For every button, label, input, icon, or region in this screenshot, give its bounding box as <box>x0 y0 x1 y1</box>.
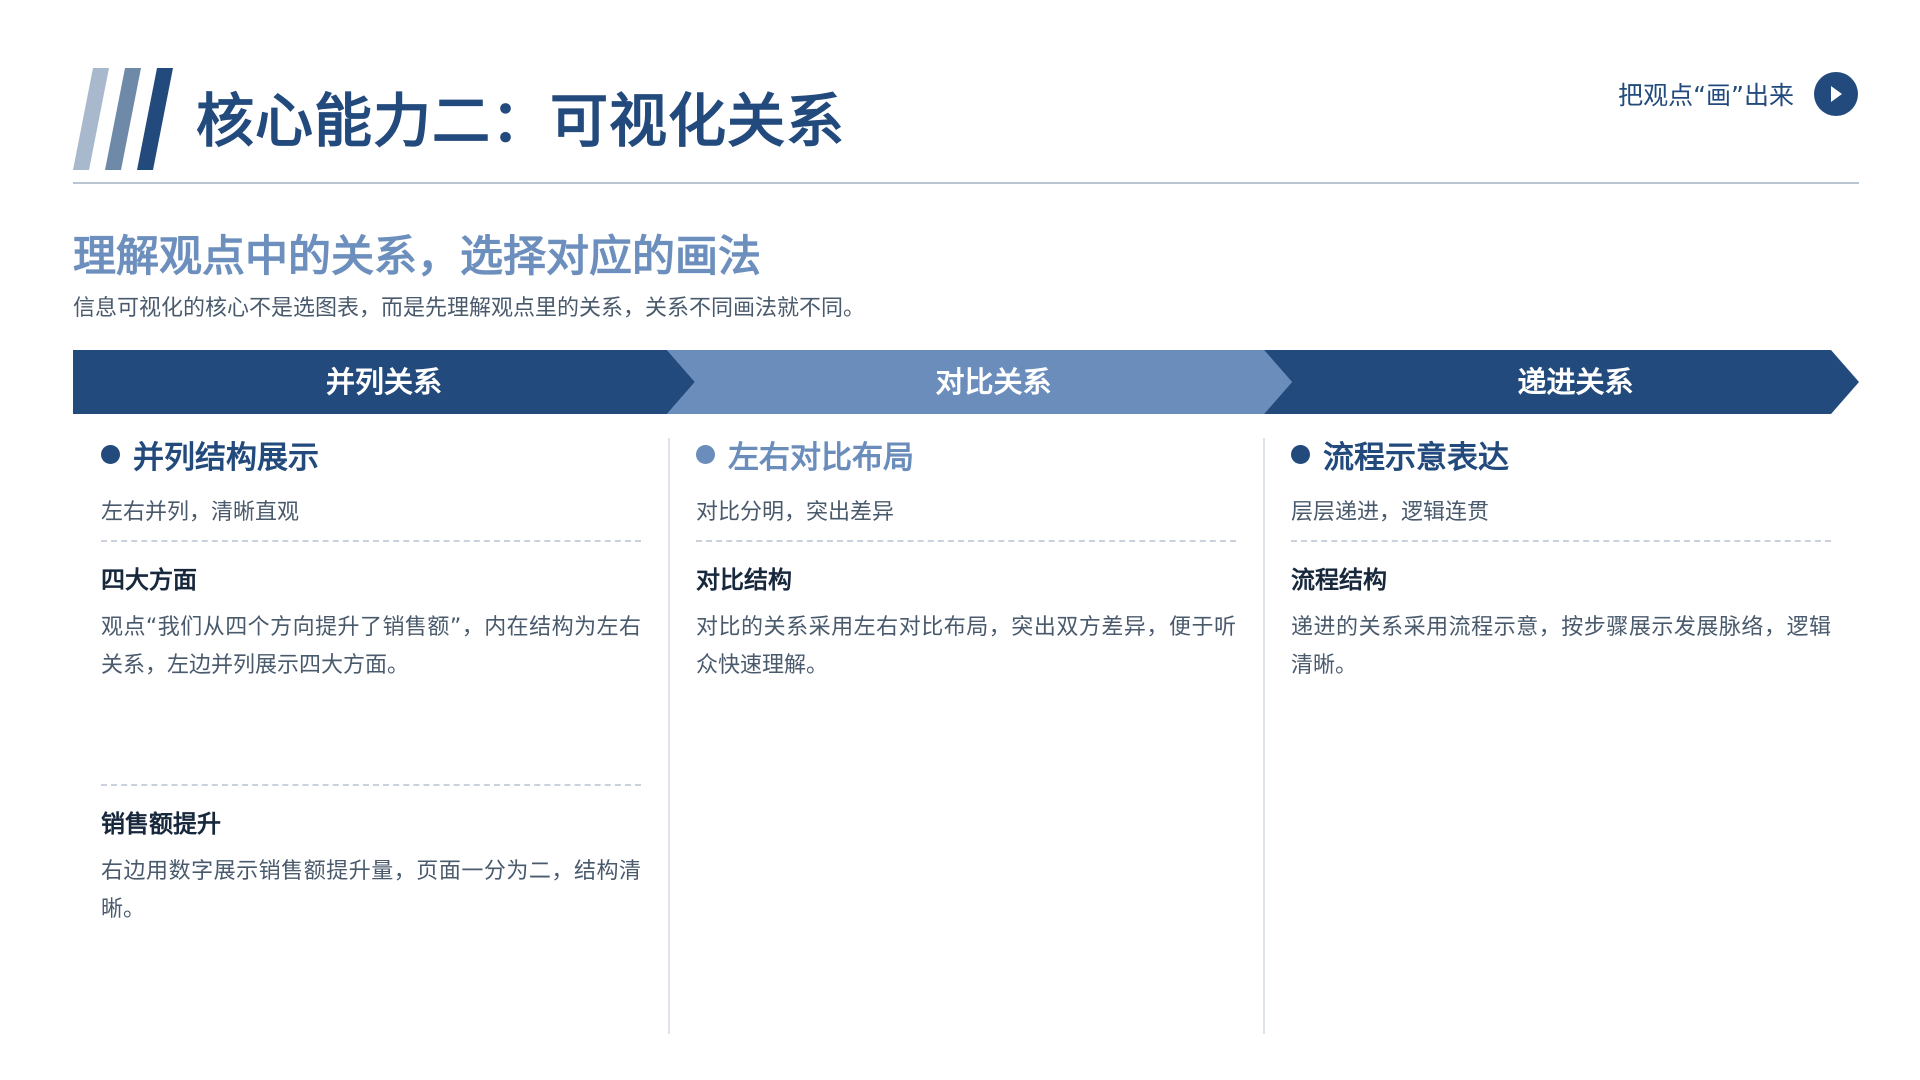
block-text: 递进的关系采用流程示意，按步骤展示发展脉络，逻辑清晰。 <box>1291 615 1831 678</box>
dashed-divider <box>1291 540 1831 542</box>
dashed-divider <box>101 540 641 542</box>
stripe-light <box>73 68 109 170</box>
column-title: 左右对比布局 <box>728 439 914 476</box>
block-text: 右边用数字展示销售额提升量，页面一分为二，结构清晰。 <box>101 859 641 922</box>
stripe-dark <box>137 68 173 170</box>
column-title-row: 左右对比布局 <box>696 432 1236 476</box>
play-triangle <box>1831 86 1842 102</box>
column-subtitle: 左右并列，清晰直观 <box>101 500 300 525</box>
column-progressive: 流程示意表达 层层递进，逻辑连贯 流程结构 递进的关系采用流程示意，按步骤展示发… <box>1291 432 1831 685</box>
dashed-divider <box>696 540 1236 542</box>
header-tag-label: 把观点“画”出来 <box>1618 81 1794 110</box>
column-divider <box>668 438 670 1034</box>
section-heading: 理解观点中的关系，选择对应的画法 <box>73 232 761 282</box>
page-title: 核心能力二：可视化关系 <box>196 87 846 155</box>
column-divider <box>1263 438 1265 1034</box>
block-text: 观点“我们从四个方向提升了销售额”，内在结构为左右关系，左边并列展示四大方面。 <box>101 615 641 678</box>
tab-progressive[interactable]: 递进关系 <box>1292 350 1859 414</box>
tab-contrast[interactable]: 对比关系 <box>695 350 1292 414</box>
bullet-dot-icon <box>696 444 715 464</box>
header-tag-link[interactable]: 把观点“画”出来 <box>1618 72 1858 116</box>
slash-stripes-icon <box>73 68 173 170</box>
block-title: 四大方面 <box>101 566 197 594</box>
bullet-dot-icon <box>101 444 120 464</box>
slide: 核心能力二：可视化关系 把观点“画”出来 理解观点中的关系，选择对应的画法 信息… <box>0 0 1920 1080</box>
column-title: 并列结构展示 <box>133 439 319 476</box>
bullet-dot-icon <box>1291 444 1310 464</box>
column-title-row: 流程示意表达 <box>1291 432 1831 476</box>
block-title: 对比结构 <box>696 566 792 594</box>
dashed-divider <box>101 784 641 786</box>
column-title-row: 并列结构展示 <box>101 432 641 476</box>
column-subtitle: 对比分明，突出差异 <box>696 500 895 525</box>
tab-parallel[interactable]: 并列关系 <box>73 350 695 414</box>
play-icon[interactable] <box>1814 72 1858 116</box>
column-parallel: 并列结构展示 左右并列，清晰直观 四大方面 观点“我们从四个方向提升了销售额”，… <box>101 432 641 952</box>
block-title: 销售额提升 <box>101 810 221 838</box>
column-contrast: 左右对比布局 对比分明，突出差异 对比结构 对比的关系采用左右对比布局，突出双方… <box>696 432 1236 685</box>
block-title: 流程结构 <box>1291 566 1387 594</box>
header-divider <box>73 182 1859 184</box>
block-sales: 销售额提升 右边用数字展示销售额提升量，页面一分为二，结构清晰。 <box>101 784 641 929</box>
column-title: 流程示意表达 <box>1323 439 1509 476</box>
section-description: 信息可视化的核心不是选图表，而是先理解观点里的关系，关系不同画法就不同。 <box>73 296 866 321</box>
block-text: 对比的关系采用左右对比布局，突出双方差异，便于听众快速理解。 <box>696 615 1236 678</box>
stripe-mid <box>105 68 141 170</box>
column-subtitle: 层层递进，逻辑连贯 <box>1291 500 1490 525</box>
